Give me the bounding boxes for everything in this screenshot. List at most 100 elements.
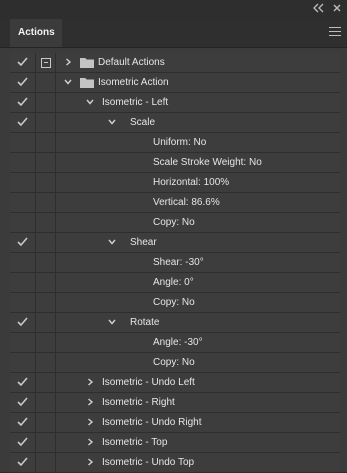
action-label: Copy: No xyxy=(153,357,195,368)
action-row[interactable]: Scale xyxy=(10,113,340,133)
action-label: Shear xyxy=(130,237,157,248)
chevron-right-icon[interactable] xyxy=(64,58,72,66)
chevron-right-icon[interactable] xyxy=(86,438,94,446)
action-row[interactable]: Copy: No xyxy=(10,213,340,233)
dialog-cell[interactable] xyxy=(36,233,56,252)
dialog-cell[interactable] xyxy=(36,53,56,72)
double-chevron-icon[interactable] xyxy=(312,3,326,15)
toggle-cell[interactable] xyxy=(10,353,36,372)
action-label: Angle: 0° xyxy=(153,277,194,288)
action-row[interactable]: Default Actions xyxy=(10,53,340,73)
action-label: Vertical: 86.6% xyxy=(153,197,220,208)
dialog-cell[interactable] xyxy=(36,353,56,372)
action-row[interactable]: Isometric - Undo Right xyxy=(10,413,340,433)
dialog-cell[interactable] xyxy=(36,273,56,292)
toggle-cell[interactable] xyxy=(10,233,36,252)
action-label: Shear: -30° xyxy=(153,257,204,268)
chevron-down-icon[interactable] xyxy=(108,238,116,246)
action-row[interactable]: Isometric - Left xyxy=(10,93,340,113)
dialog-cell[interactable] xyxy=(36,413,56,432)
menu-icon[interactable] xyxy=(329,27,341,39)
toggle-cell[interactable] xyxy=(10,153,36,172)
chevron-down-icon[interactable] xyxy=(64,78,72,86)
chevron-right-icon[interactable] xyxy=(86,418,94,426)
chevron-down-icon[interactable] xyxy=(108,318,116,326)
dialog-cell[interactable] xyxy=(36,173,56,192)
action-row[interactable]: Rotate xyxy=(10,313,340,333)
action-label: Isometric - Right xyxy=(102,397,175,408)
action-row[interactable]: Horizontal: 100% xyxy=(10,173,340,193)
toggle-cell[interactable] xyxy=(10,433,36,452)
dialog-cell[interactable] xyxy=(36,373,56,392)
check-icon xyxy=(17,377,28,387)
toggle-cell[interactable] xyxy=(10,113,36,132)
check-icon xyxy=(17,97,28,107)
action-label: Isometric - Undo Top xyxy=(102,457,195,468)
chevron-down-icon[interactable] xyxy=(108,118,116,126)
action-label: Scale Stroke Weight: No xyxy=(153,157,262,168)
toggle-cell[interactable] xyxy=(10,213,36,232)
check-icon xyxy=(17,437,28,447)
toggle-cell[interactable] xyxy=(10,313,36,332)
dialog-cell[interactable] xyxy=(36,113,56,132)
chevron-right-icon[interactable] xyxy=(86,378,94,386)
check-icon xyxy=(17,457,28,467)
check-icon xyxy=(17,397,28,407)
dialog-cell[interactable] xyxy=(36,133,56,152)
dialog-cell[interactable] xyxy=(36,253,56,272)
chevron-down-icon[interactable] xyxy=(86,98,94,106)
toggle-cell[interactable] xyxy=(10,413,36,432)
chevron-right-icon[interactable] xyxy=(86,458,94,466)
toggle-cell[interactable] xyxy=(10,93,36,112)
toggle-cell[interactable] xyxy=(10,133,36,152)
action-row[interactable]: Uniform: No xyxy=(10,133,340,153)
action-row[interactable]: Isometric - Right xyxy=(10,393,340,413)
dialog-cell[interactable] xyxy=(36,193,56,212)
dialog-cell[interactable] xyxy=(36,153,56,172)
action-row[interactable]: Angle: 0° xyxy=(10,273,340,293)
dialog-cell[interactable] xyxy=(36,93,56,112)
toggle-cell[interactable] xyxy=(10,453,36,472)
tab-actions[interactable]: Actions xyxy=(10,19,62,47)
panel-title-bar xyxy=(0,0,347,19)
toggle-cell[interactable] xyxy=(10,193,36,212)
action-row[interactable]: Isometric - Undo Left xyxy=(10,373,340,393)
toggle-cell[interactable] xyxy=(10,293,36,312)
action-label: Isometric - Left xyxy=(102,97,169,108)
action-row[interactable]: Vertical: 86.6% xyxy=(10,193,340,213)
action-label: Uniform: No xyxy=(153,137,207,148)
dialog-cell[interactable] xyxy=(36,293,56,312)
action-label: Angle: -30° xyxy=(153,337,203,348)
toggle-cell[interactable] xyxy=(10,373,36,392)
toggle-cell[interactable] xyxy=(10,73,36,92)
dialog-cell[interactable] xyxy=(36,73,56,92)
toggle-cell[interactable] xyxy=(10,273,36,292)
action-row[interactable]: Copy: No xyxy=(10,293,340,313)
dialog-cell[interactable] xyxy=(36,393,56,412)
toggle-cell[interactable] xyxy=(10,253,36,272)
action-label: Copy: No xyxy=(153,217,195,228)
action-row[interactable]: Isometric - Top xyxy=(10,433,340,453)
action-row[interactable]: Isometric Action xyxy=(10,73,340,93)
toggle-cell[interactable] xyxy=(10,53,36,72)
dialog-cell[interactable] xyxy=(36,333,56,352)
dialog-cell[interactable] xyxy=(36,453,56,472)
chevron-right-icon[interactable] xyxy=(86,398,94,406)
toggle-cell[interactable] xyxy=(10,393,36,412)
folder-icon xyxy=(80,77,94,88)
check-icon xyxy=(17,317,28,327)
dialog-cell[interactable] xyxy=(36,313,56,332)
action-label: Default Actions xyxy=(98,57,165,68)
action-row[interactable]: Copy: No xyxy=(10,353,340,373)
action-row[interactable]: Angle: -30° xyxy=(10,333,340,353)
action-row[interactable]: Isometric - Undo Top xyxy=(10,453,340,473)
action-row[interactable]: Scale Stroke Weight: No xyxy=(10,153,340,173)
check-icon xyxy=(17,77,28,87)
toggle-cell[interactable] xyxy=(10,173,36,192)
action-row[interactable]: Shear: -30° xyxy=(10,253,340,273)
close-icon[interactable] xyxy=(330,3,344,15)
toggle-cell[interactable] xyxy=(10,333,36,352)
dialog-cell[interactable] xyxy=(36,213,56,232)
dialog-cell[interactable] xyxy=(36,433,56,452)
action-row[interactable]: Shear xyxy=(10,233,340,253)
